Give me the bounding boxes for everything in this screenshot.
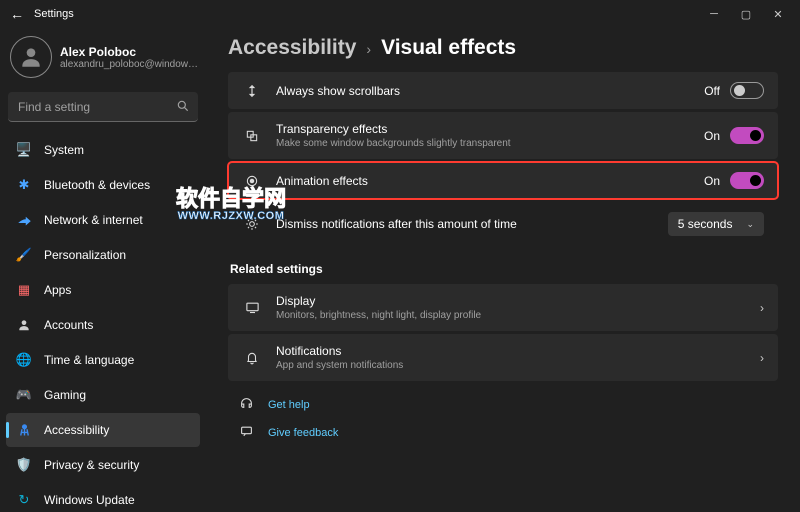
help-icon bbox=[240, 397, 254, 413]
sidebar-item-network-internet[interactable]: Network & internet bbox=[6, 203, 200, 237]
nav-icon: ✱ bbox=[16, 177, 32, 193]
display-icon bbox=[242, 300, 262, 315]
nav-icon: 🛡️ bbox=[16, 457, 32, 473]
setting-label: Transparency effects bbox=[276, 122, 704, 136]
sidebar-item-accounts[interactable]: Accounts bbox=[6, 308, 200, 342]
chevron-right-icon: › bbox=[760, 351, 764, 365]
feedback-icon bbox=[240, 425, 254, 441]
back-button[interactable]: ← bbox=[6, 3, 28, 25]
title-bar: ← Settings ─ ▢ ✕ bbox=[0, 0, 800, 28]
transparency-toggle[interactable] bbox=[730, 127, 764, 144]
nav-list: 🖥️ System ✱ Bluetooth & devices Network & in… bbox=[4, 132, 202, 512]
scrollbar-icon bbox=[242, 84, 262, 98]
nav-icon: 🎮 bbox=[16, 387, 32, 403]
setting-label: Dismiss notifications after this amount … bbox=[276, 217, 668, 231]
give-feedback-link[interactable]: Give feedback bbox=[232, 419, 778, 447]
related-notifications[interactable]: Notifications App and system notificatio… bbox=[228, 334, 778, 381]
toggle-state: On bbox=[704, 129, 720, 143]
sidebar-item-accessibility[interactable]: Accessibility bbox=[6, 413, 200, 447]
breadcrumb-parent[interactable]: Accessibility bbox=[228, 36, 356, 60]
nav-label: Accounts bbox=[44, 318, 93, 332]
nav-label: Time & language bbox=[44, 353, 134, 367]
nav-label: Bluetooth & devices bbox=[44, 178, 150, 192]
close-button[interactable]: ✕ bbox=[762, 0, 794, 28]
toggle-state: Off bbox=[704, 84, 720, 98]
animation-toggle[interactable] bbox=[730, 172, 764, 189]
maximize-button[interactable]: ▢ bbox=[730, 0, 762, 28]
chevron-right-icon: › bbox=[760, 301, 764, 315]
dismiss-select[interactable]: 5 seconds ⌄ bbox=[668, 212, 764, 236]
related-display[interactable]: Display Monitors, brightness, night ligh… bbox=[228, 284, 778, 331]
setting-dismiss: Dismiss notifications after this amount … bbox=[228, 202, 778, 246]
nav-label: Personalization bbox=[44, 248, 126, 262]
sidebar-item-bluetooth-devices[interactable]: ✱ Bluetooth & devices bbox=[6, 168, 200, 202]
bell-icon bbox=[242, 351, 262, 365]
setting-sub: App and system notifications bbox=[276, 360, 760, 371]
nav-icon: ▦ bbox=[16, 282, 32, 298]
scrollbars-toggle[interactable] bbox=[730, 82, 764, 99]
transparency-icon bbox=[242, 129, 262, 143]
window-title: Settings bbox=[34, 8, 74, 20]
setting-label: Animation effects bbox=[276, 174, 704, 188]
nav-label: Windows Update bbox=[44, 493, 135, 507]
nav-label: Network & internet bbox=[44, 213, 143, 227]
brightness-icon bbox=[242, 217, 262, 231]
nav-icon: ↻ bbox=[16, 492, 32, 508]
profile-block[interactable]: Alex Poloboc alexandru_poloboc@windowsre… bbox=[4, 32, 202, 82]
sidebar: Alex Poloboc alexandru_poloboc@windowsre… bbox=[0, 28, 210, 512]
setting-transparency[interactable]: Transparency effects Make some window ba… bbox=[228, 112, 778, 159]
content-pane: Accessibility › Visual effects Always sh… bbox=[210, 28, 800, 512]
setting-label: Always show scrollbars bbox=[276, 84, 704, 98]
nav-icon: 🖥️ bbox=[16, 142, 32, 158]
search-box[interactable] bbox=[8, 92, 198, 122]
profile-name: Alex Poloboc bbox=[60, 45, 200, 59]
nav-label: Gaming bbox=[44, 388, 86, 402]
setting-scrollbars[interactable]: Always show scrollbars Off bbox=[228, 72, 778, 109]
sidebar-item-time-language[interactable]: 🌐 Time & language bbox=[6, 343, 200, 377]
setting-sub: Monitors, brightness, night light, displ… bbox=[276, 310, 760, 321]
search-input[interactable] bbox=[8, 92, 198, 122]
nav-label: Apps bbox=[44, 283, 71, 297]
related-settings-title: Related settings bbox=[230, 262, 778, 276]
nav-icon: 🖌️ bbox=[16, 247, 32, 263]
nav-icon bbox=[16, 317, 32, 333]
setting-sub: Make some window backgrounds slightly tr… bbox=[276, 138, 704, 149]
toggle-state: On bbox=[704, 174, 720, 188]
sidebar-item-system[interactable]: 🖥️ System bbox=[6, 133, 200, 167]
page-title: Visual effects bbox=[381, 36, 516, 60]
minimize-button[interactable]: ─ bbox=[698, 0, 730, 28]
select-value: 5 seconds bbox=[678, 217, 733, 231]
search-icon bbox=[176, 99, 190, 116]
nav-label: Privacy & security bbox=[44, 458, 139, 472]
breadcrumb: Accessibility › Visual effects bbox=[228, 36, 778, 60]
nav-label: System bbox=[44, 143, 84, 157]
setting-label: Notifications bbox=[276, 344, 760, 358]
setting-animation[interactable]: Animation effects On bbox=[228, 162, 778, 199]
animation-icon bbox=[242, 174, 262, 188]
sidebar-item-gaming[interactable]: 🎮 Gaming bbox=[6, 378, 200, 412]
nav-icon bbox=[16, 212, 32, 228]
nav-icon: 🌐 bbox=[16, 352, 32, 368]
nav-icon bbox=[16, 422, 32, 438]
sidebar-item-personalization[interactable]: 🖌️ Personalization bbox=[6, 238, 200, 272]
setting-label: Display bbox=[276, 294, 760, 308]
avatar-icon bbox=[10, 36, 52, 78]
chevron-down-icon: ⌄ bbox=[746, 219, 754, 230]
sidebar-item-privacy-security[interactable]: 🛡️ Privacy & security bbox=[6, 448, 200, 482]
get-help-link[interactable]: Get help bbox=[232, 391, 778, 419]
chevron-right-icon: › bbox=[366, 41, 371, 57]
sidebar-item-windows-update[interactable]: ↻ Windows Update bbox=[6, 483, 200, 512]
profile-email: alexandru_poloboc@windowsreport... bbox=[60, 59, 200, 70]
sidebar-item-apps[interactable]: ▦ Apps bbox=[6, 273, 200, 307]
nav-label: Accessibility bbox=[44, 423, 109, 437]
